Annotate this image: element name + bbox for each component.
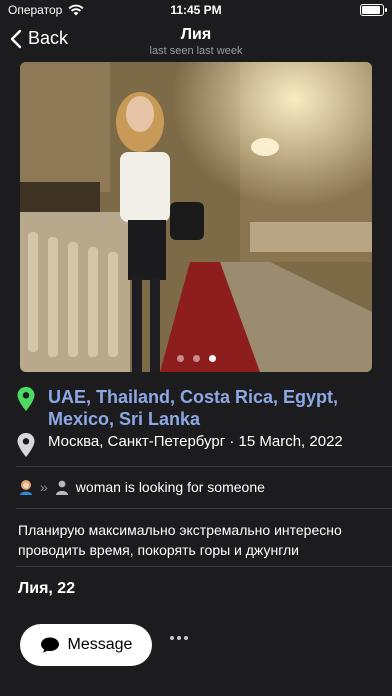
location-pin-icon — [17, 433, 35, 457]
woman-avatar-icon — [20, 480, 32, 495]
more-dot — [184, 636, 188, 640]
more-options-button[interactable] — [170, 636, 188, 640]
travel-countries-row: UAE, Thailand, Costa Rica, Egypt, Mexico… — [16, 386, 376, 430]
status-bar: Оператор 11:45 PM — [0, 0, 392, 22]
message-label: Message — [67, 636, 133, 653]
green-pin-icon — [17, 387, 35, 411]
divider — [16, 466, 392, 467]
travel-countries: UAE, Thailand, Costa Rica, Egypt, Mexico… — [48, 387, 339, 429]
status-time: 11:45 PM — [170, 3, 222, 17]
nav-title-group: Лия last seen last week — [0, 26, 392, 58]
profile-photo[interactable] — [20, 62, 372, 372]
page-dot[interactable] — [192, 355, 200, 362]
chat-bubble-icon — [40, 637, 59, 653]
city-date: Москва, Санкт-Петербург · 15 March, 2022 — [48, 433, 343, 450]
photo-illustration — [20, 62, 372, 372]
last-seen-status: last seen last week — [149, 45, 243, 57]
divider — [16, 508, 392, 509]
divider — [16, 566, 392, 567]
battery-icon — [360, 4, 387, 16]
name-age: Лия, 22 — [18, 580, 76, 597]
more-dot — [170, 636, 174, 640]
message-button[interactable]: Message — [20, 624, 152, 666]
looking-text: woman is looking for someone — [75, 479, 265, 495]
page-dot-active[interactable] — [208, 355, 216, 362]
page-dot[interactable] — [176, 355, 184, 362]
more-dot — [177, 636, 181, 640]
page-title: Лия — [180, 26, 212, 43]
navigation-bar: Back Лия last seen last week — [0, 22, 392, 60]
person-silhouette-icon — [55, 480, 68, 495]
photo-page-indicator[interactable] — [20, 355, 372, 362]
bio-text: Планирую максимально экстремально интере… — [18, 522, 342, 558]
looking-separator: » — [40, 479, 48, 495]
city-row: Москва, Санкт-Петербург · 15 March, 2022 — [16, 432, 376, 458]
looking-for-row: » woman is looking for someone — [18, 479, 376, 495]
